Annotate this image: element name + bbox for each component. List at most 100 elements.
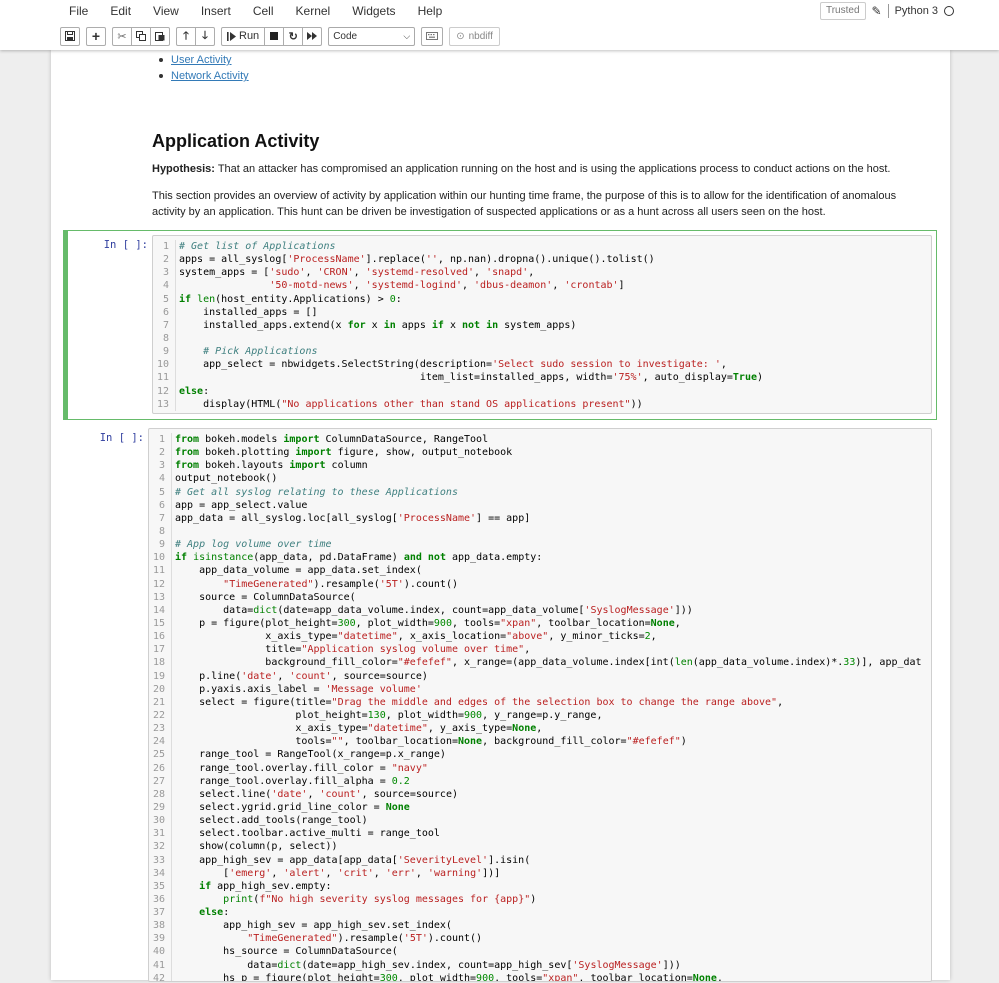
toc-link-network-activity[interactable]: Network Activity — [171, 68, 249, 84]
menu-widgets[interactable]: Widgets — [341, 1, 406, 21]
menu-help[interactable]: Help — [407, 1, 454, 21]
stop-icon — [270, 32, 279, 40]
line-number: 36 — [152, 893, 165, 905]
line-number: 13 — [156, 398, 169, 410]
line-number: 12 — [152, 578, 165, 590]
menu-kernel[interactable]: Kernel — [285, 1, 342, 21]
copy-icon — [136, 31, 146, 41]
code-line: 39 "TimeGenerated").resample('5T').count… — [149, 932, 931, 946]
code-line: 18 background_fill_color="#efefef", x_ra… — [149, 656, 931, 670]
line-number: 2 — [162, 254, 169, 266]
chevron-down-icon: ⌵ — [403, 30, 411, 41]
run-button[interactable]: Run — [221, 26, 266, 46]
code-line: 16 x_axis_type="datetime", x_axis_locati… — [149, 630, 931, 644]
code-line: 4 '50-motd-news', 'systemd-logind', 'dbu… — [153, 279, 931, 293]
move-up-button[interactable]: 🡑 — [176, 26, 196, 46]
copy-button[interactable] — [131, 26, 151, 46]
code-line: 11 item_list=installed_apps, width='75%'… — [153, 371, 931, 385]
hypothesis-text: That an attacker has compromised an appl… — [214, 163, 891, 175]
code-line: 25 range_tool = RangeTool(x_range=p.x_ra… — [149, 748, 931, 762]
cut-button[interactable]: ✂ — [112, 26, 132, 46]
line-number: 25 — [152, 749, 165, 761]
code-line: 2 apps = all_syslog['ProcessName'].replac… — [153, 253, 931, 267]
kernel-name[interactable]: Python 3 — [895, 5, 938, 17]
insert-cell-button[interactable]: + — [86, 26, 106, 46]
menu-file[interactable]: File — [57, 1, 99, 21]
line-number: 40 — [152, 946, 165, 958]
line-number: 24 — [152, 736, 165, 748]
code-lines: 1 # Get list of Applications 2 apps = all_s… — [153, 236, 931, 411]
code-text: p.line('date', 'count', source=source) — [171, 669, 428, 683]
nbdiff-button[interactable]: ⊙ nbdiff — [449, 26, 500, 46]
toc-link-user-activity[interactable]: User Activity — [171, 52, 232, 68]
code-line: 24 tools="", toolbar_location=None, back… — [149, 735, 931, 749]
code-text: from bokeh.models import ColumnDataSourc… — [171, 433, 488, 447]
code-text: range_tool.overlay.fill_color = "navy" — [171, 761, 428, 775]
kernel-separator — [887, 4, 889, 18]
line-number: 4 — [158, 473, 165, 485]
code-line: 15 p = figure(plot_height=300, plot_widt… — [149, 616, 931, 631]
code-text — [171, 524, 175, 539]
code-line: 36 print(f"No high severity syslog messa… — [149, 892, 931, 907]
paste-button[interactable] — [150, 26, 170, 46]
code-line: 37 else: — [149, 906, 931, 920]
code-line: 5 if len(host_entity.Applications) > 0: — [153, 292, 931, 306]
code-text: output_notebook() — [171, 472, 277, 486]
code-cell-application-log-volume[interactable]: In [ ]: 1 from bokeh.models import Column… — [63, 423, 937, 983]
code-text: print(f"No high severity syslog messages… — [171, 892, 536, 907]
code-line: 1 # Get list of Applications — [153, 240, 931, 254]
line-number: 27 — [152, 775, 165, 787]
code-text: if app_high_sev.empty: — [171, 879, 332, 893]
line-number: 10 — [156, 359, 169, 371]
trusted-badge[interactable]: Trusted — [819, 2, 866, 20]
save-button[interactable] — [60, 26, 80, 46]
line-number: 17 — [152, 644, 165, 656]
code-text: select.ygrid.grid_line_color = None — [171, 800, 410, 815]
line-number: 10 — [152, 552, 165, 564]
move-down-button[interactable]: 🡓 — [195, 26, 215, 46]
code-text: x_axis_type="datetime", x_axis_location=… — [171, 630, 657, 644]
code-line: 10 app_select = nbwidgets.SelectString(d… — [153, 358, 931, 372]
code-line: 34 ['emerg', 'alert', 'crit', 'err', 'wa… — [149, 866, 931, 880]
menu-insert[interactable]: Insert — [190, 1, 242, 21]
code-text: range_tool.overlay.fill_alpha = 0.2 — [171, 774, 410, 788]
line-number: 7 — [158, 512, 165, 524]
command-palette-button[interactable] — [421, 26, 444, 46]
code-line: 6 installed_apps = [] — [153, 305, 931, 319]
menu-edit[interactable]: Edit — [99, 1, 142, 21]
code-line: 23 x_axis_type="datetime", y_axis_type=N… — [149, 722, 931, 736]
code-editor[interactable]: 1 # Get list of Applications 2 apps = all_s… — [152, 235, 932, 414]
line-number: 1 — [162, 241, 169, 252]
code-text: data=dict(date=app_data_volume.index, co… — [171, 603, 693, 617]
menu-cell[interactable]: Cell — [242, 1, 285, 21]
line-number: 33 — [152, 854, 165, 866]
code-text: "TimeGenerated").resample('5T').count() — [171, 932, 482, 946]
restart-button[interactable]: ↻ — [283, 26, 304, 46]
menu-view[interactable]: View — [142, 1, 190, 21]
code-editor[interactable]: 1 from bokeh.models import ColumnDataSour… — [148, 428, 932, 982]
code-line: 12 "TimeGenerated").resample('5T').count… — [149, 577, 931, 591]
restart-run-all-button[interactable] — [302, 26, 323, 46]
line-number: 3 — [162, 267, 169, 279]
code-line: 33 app_high_sev = app_data[app_data['Sev… — [149, 853, 931, 867]
line-number: 11 — [156, 372, 169, 384]
code-text: data=dict(date=app_high_sev.index, count… — [171, 958, 681, 972]
line-number: 15 — [152, 617, 165, 629]
bullet — [159, 58, 163, 62]
code-text: select.line('date', 'count', source=sour… — [171, 787, 458, 801]
input-prompt: In [ ]: — [103, 239, 148, 251]
code-text: else: — [175, 384, 209, 398]
code-line: 21 select = figure(title="Drag the middl… — [149, 695, 931, 709]
notebook-page: User Activity Network Activity Applicati… — [51, 50, 950, 983]
code-line: 38 app_high_sev = app_high_sev.set_index… — [149, 919, 931, 933]
code-text: app_select = nbwidgets.SelectString(desc… — [175, 358, 727, 372]
keyboard-icon — [426, 32, 439, 40]
interrupt-button[interactable] — [264, 26, 285, 46]
code-cell-select-application[interactable]: In [ ]: 1 # Get list of Applications 2 apps… — [63, 230, 937, 420]
input-prompt: In [ ]: — [99, 432, 144, 444]
line-number: 41 — [152, 959, 165, 971]
cell-type-select[interactable]: Code ⌵ — [328, 26, 416, 46]
pencil-icon[interactable]: ✎ — [872, 4, 882, 18]
code-line: 22 plot_height=130, plot_width=900, y_ra… — [149, 708, 931, 723]
line-number: 3 — [158, 460, 165, 472]
